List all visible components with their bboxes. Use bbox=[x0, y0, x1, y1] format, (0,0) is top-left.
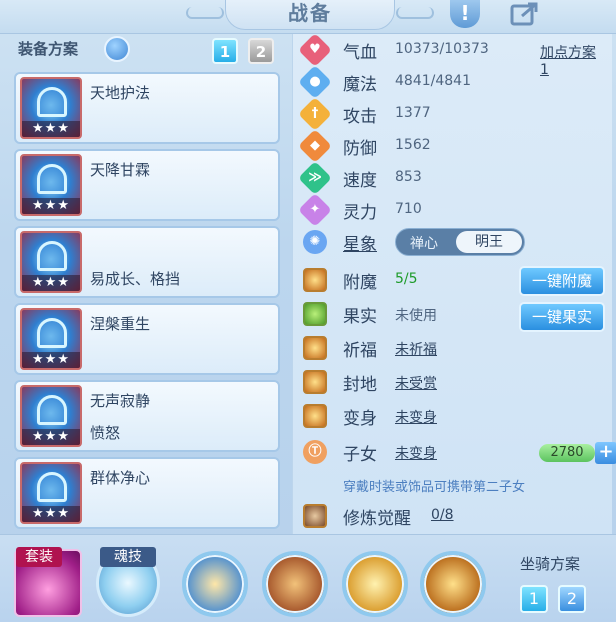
stats-panel: ♥ 气血 10373/10373 加点方案1 ● 魔法 4841/4841 † … bbox=[292, 33, 616, 534]
skill-guardian-icon[interactable] bbox=[420, 551, 486, 617]
star-sign-icon: ✺ bbox=[298, 225, 332, 259]
page-title: 战备 bbox=[186, 0, 434, 30]
equipment-slot-4[interactable]: ★★★ 涅槃重生 bbox=[14, 303, 280, 375]
equipment-plan-tab-2[interactable]: 2 bbox=[248, 38, 274, 64]
children-icon: Ⓣ bbox=[298, 435, 332, 469]
stat-spirit: ✦ 灵力 710 bbox=[298, 193, 603, 227]
equipment-skill-name: 群体净心 bbox=[90, 469, 151, 487]
skill-wall-icon[interactable] bbox=[262, 551, 328, 617]
suit-label: 套装 bbox=[16, 547, 62, 567]
equipment-icon: ★★★ bbox=[20, 385, 82, 447]
row-transform: 变身 未变身 bbox=[303, 402, 603, 430]
equipment-slot-2[interactable]: ★★★ 天降甘霖 bbox=[14, 149, 280, 221]
one-click-enchant-button[interactable]: 一键附魔 bbox=[519, 266, 605, 296]
skill-monk-icon[interactable] bbox=[182, 551, 248, 617]
soul-skill-label: 魂技 bbox=[100, 547, 156, 567]
row-children: Ⓣ 子女 未变身 2780 + bbox=[298, 435, 616, 469]
row-cultivate: 修炼觉醒 0/8 bbox=[303, 502, 603, 530]
equipment-slot-1[interactable]: ★★★ 天地护法 bbox=[14, 72, 280, 144]
children-note: 穿戴时装或饰品可携带第二子女 bbox=[343, 480, 526, 495]
equipment-skill-name: 天地护法 bbox=[90, 84, 151, 102]
cultivate-icon bbox=[303, 504, 327, 528]
speed-icon: ≫ bbox=[298, 161, 332, 195]
equipment-skill-name: 涅槃重生 bbox=[90, 315, 151, 333]
sword-icon: † bbox=[298, 97, 332, 131]
equipment-plan-title: 装备方案 bbox=[18, 40, 79, 58]
row-bless: 祈福 未祈福 bbox=[303, 334, 603, 362]
equipment-slot-5[interactable]: ★★★ 无声寂静 愤怒 bbox=[14, 380, 280, 452]
mana-icon: ● bbox=[298, 65, 332, 99]
skill-warrior-icon[interactable] bbox=[342, 551, 408, 617]
children-count-pill: 2780 bbox=[539, 444, 595, 462]
fruit-icon bbox=[303, 302, 327, 326]
transform-icon bbox=[303, 404, 327, 428]
star-sign-toggle[interactable]: 禅心 明王 bbox=[395, 228, 525, 256]
equipment-icon: ★★★ bbox=[20, 154, 82, 216]
stat-hp: ♥ 气血 10373/10373 加点方案1 bbox=[298, 33, 603, 78]
stat-defense: ◆ 防御 1562 bbox=[298, 129, 603, 163]
stat-speed: ≫ 速度 853 bbox=[298, 161, 603, 195]
one-click-fruit-button[interactable]: 一键果实 bbox=[519, 302, 605, 332]
equipment-icon: ★★★ bbox=[20, 77, 82, 139]
bless-icon bbox=[303, 336, 327, 360]
equipment-plan-tab-1[interactable]: 1 bbox=[212, 38, 238, 64]
equipment-skill-name: 天降甘霖 bbox=[90, 161, 151, 179]
row-fief: 封地 未受赏 bbox=[303, 368, 603, 396]
equipment-icon: ★★★ bbox=[20, 308, 82, 370]
heart-icon: ♥ bbox=[298, 33, 332, 67]
stat-star: ✺ 星象 禅心 明王 bbox=[298, 225, 603, 259]
stat-mp: ● 魔法 4841/4841 bbox=[298, 65, 603, 99]
bottom-bar: 套装 魂技 坐骑方案 1 2 bbox=[0, 534, 616, 622]
info-button[interactable]: ! bbox=[450, 0, 480, 28]
top-bar: 战备 ! bbox=[0, 0, 616, 34]
edit-pen-icon[interactable] bbox=[104, 36, 130, 62]
equipment-skill-name: 易成长、格挡 bbox=[90, 270, 181, 288]
toggle-option-chanxin[interactable]: 禅心 bbox=[410, 233, 438, 253]
spirit-icon: ✦ bbox=[298, 193, 332, 227]
stat-attack: † 攻击 1377 bbox=[298, 97, 603, 131]
mount-plan-tab-2[interactable]: 2 bbox=[558, 585, 586, 613]
mount-plan-tab-1[interactable]: 1 bbox=[520, 585, 548, 613]
equipment-icon: ★★★ bbox=[20, 462, 82, 524]
add-plus-button[interactable]: + bbox=[595, 442, 616, 464]
equipment-slot-3[interactable]: ★★★ 易成长、格挡 bbox=[14, 226, 280, 298]
fief-icon bbox=[303, 370, 327, 394]
shield-icon: ◆ bbox=[298, 129, 332, 163]
equipment-skill-name: 无声寂静 bbox=[90, 392, 151, 410]
equipment-slot-6[interactable]: ★★★ 群体净心 bbox=[14, 457, 280, 529]
share-icon[interactable] bbox=[508, 0, 544, 28]
equipment-skill-sub: 愤怒 bbox=[90, 424, 121, 442]
equipment-icon: ★★★ bbox=[20, 231, 82, 293]
enchant-icon bbox=[303, 268, 327, 292]
toggle-option-mingwang[interactable]: 明王 bbox=[456, 231, 522, 253]
mount-plan-title: 坐骑方案 bbox=[520, 555, 581, 573]
